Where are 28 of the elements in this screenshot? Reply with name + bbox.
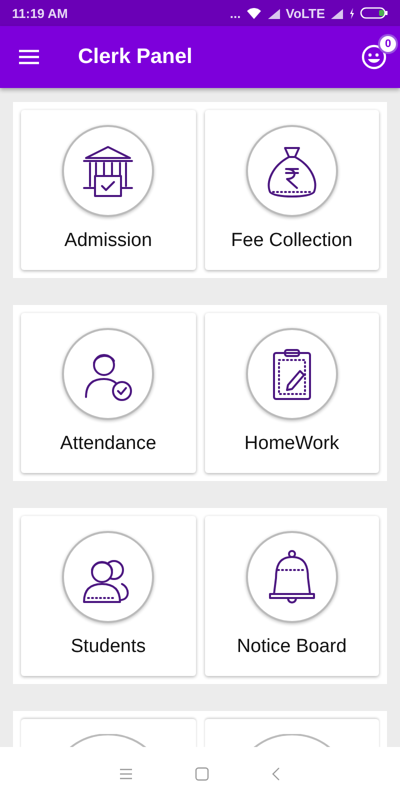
status-dots: ... [230, 6, 241, 20]
wifi-icon [246, 7, 262, 19]
card-label: Attendance [60, 433, 156, 455]
card-label: Fee Collection [231, 230, 352, 252]
menu-card[interactable]: Students [21, 516, 196, 676]
notification-badge: 0 [380, 36, 396, 52]
menu-card[interactable]: Admission [21, 110, 196, 270]
battery-icon [360, 7, 388, 19]
signal-icon [330, 8, 344, 18]
menu-button[interactable] [18, 49, 40, 65]
signal-icon [266, 8, 281, 18]
menu-card[interactable] [21, 719, 196, 749]
card-label: Admission [64, 230, 152, 252]
app-title: Clerk Panel [78, 45, 194, 69]
network-label: VoLTE [286, 6, 325, 20]
menu-card[interactable] [204, 719, 379, 749]
home-button[interactable] [195, 766, 209, 780]
card-label: HomeWork [244, 433, 340, 455]
status-time: 11:19 AM [12, 6, 68, 20]
charging-icon [349, 8, 355, 18]
back-button[interactable] [271, 766, 281, 780]
menu-card[interactable]: Notice Board [204, 516, 379, 676]
menu-card[interactable]: Fee Collection [204, 110, 379, 270]
menu-card[interactable]: HomeWork [204, 313, 379, 473]
menu-card[interactable]: Attendance [21, 313, 196, 473]
card-label: Notice Board [236, 636, 347, 658]
recents-button[interactable] [119, 768, 133, 780]
card-label: Students [70, 636, 146, 658]
